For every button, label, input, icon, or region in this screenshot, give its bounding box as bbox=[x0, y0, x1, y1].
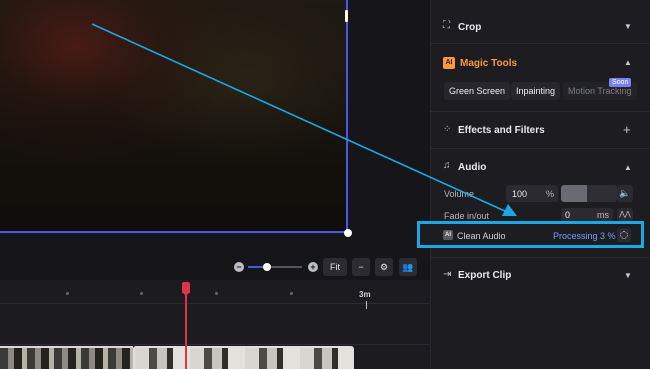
arrow-line bbox=[91, 23, 508, 213]
annotation-arrow bbox=[91, 23, 517, 216]
